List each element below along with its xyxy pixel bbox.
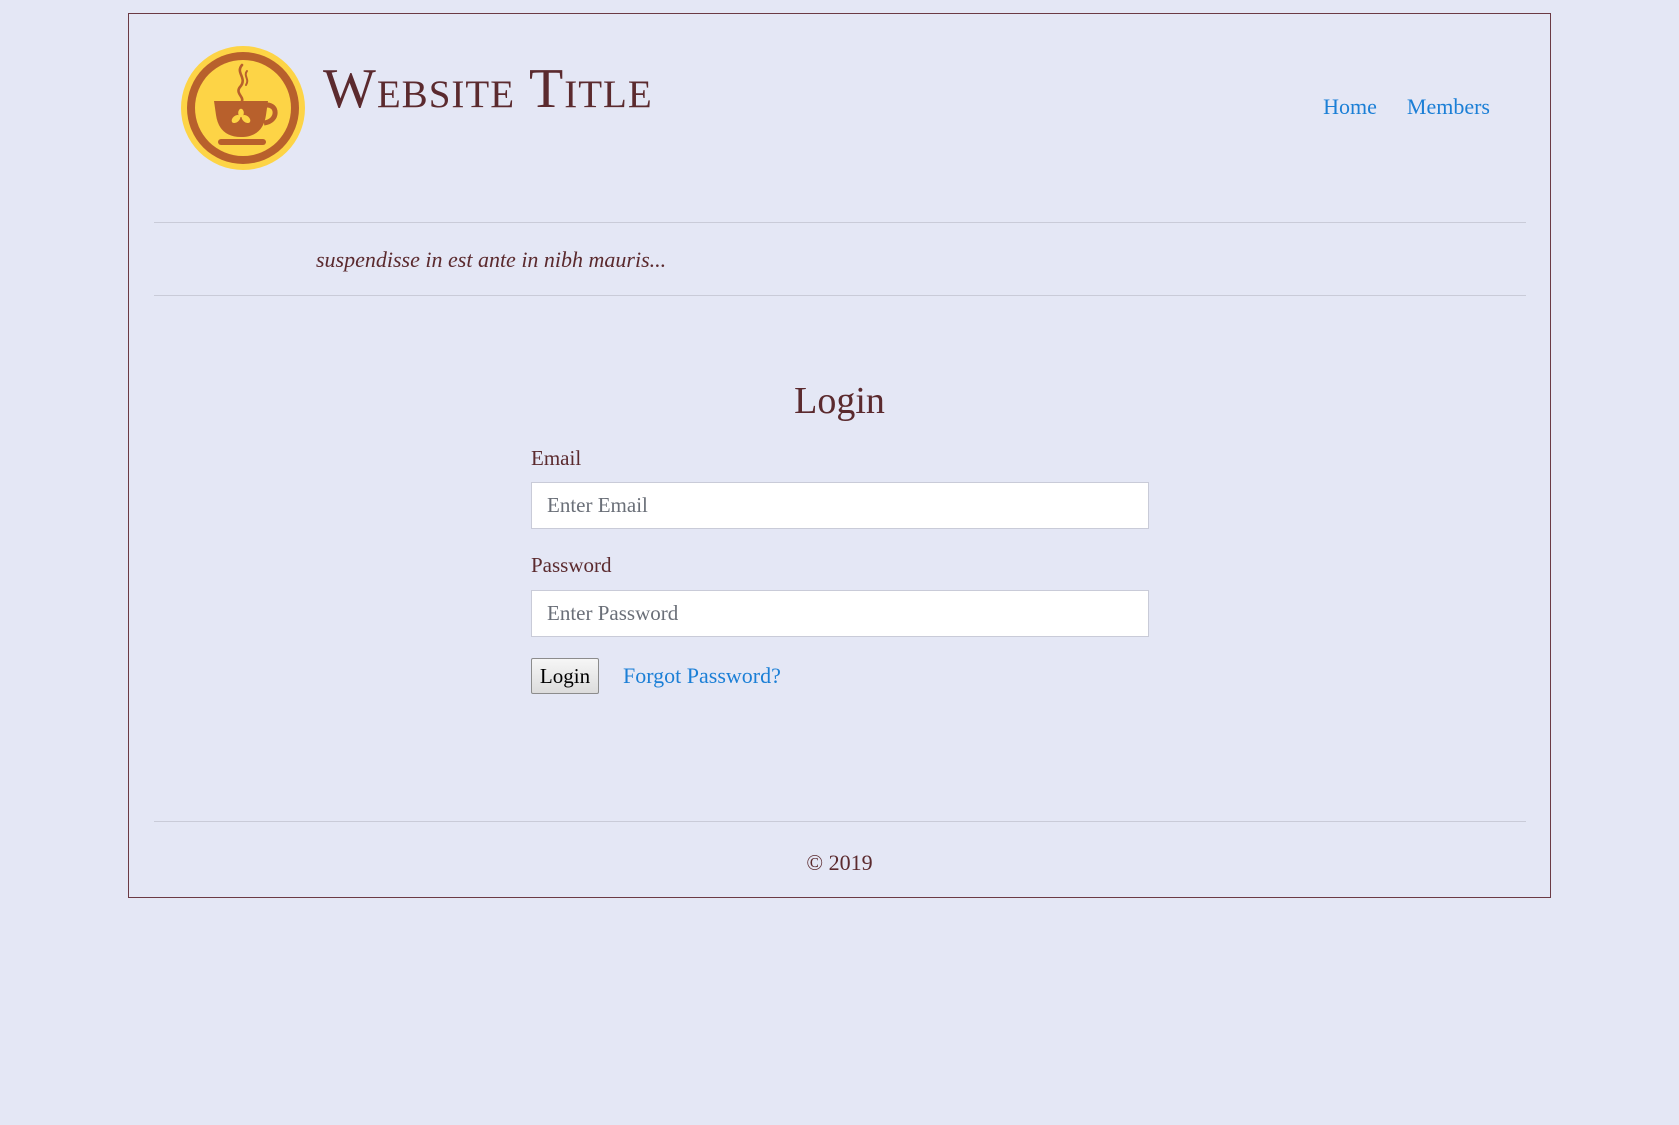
footer-divider: [154, 821, 1526, 822]
password-label: Password: [531, 553, 612, 577]
email-label: Email: [531, 446, 582, 470]
site-logo[interactable]: [180, 45, 306, 171]
tagline: suspendisse in est ante in nibh mauris..…: [316, 247, 667, 272]
page-frame: Website Title Home Members suspendisse i…: [128, 13, 1551, 898]
footer-copyright: © 2019: [806, 850, 873, 875]
main-nav: Home Members: [1323, 94, 1490, 120]
coffee-cup-icon: [181, 46, 305, 170]
tagline-divider: [154, 295, 1526, 296]
nav-link-members[interactable]: Members: [1407, 94, 1490, 120]
nav-link-home[interactable]: Home: [1323, 94, 1377, 120]
header-divider: [154, 222, 1526, 223]
login-heading: Login: [794, 380, 885, 422]
site-title: Website Title: [323, 58, 653, 120]
email-input[interactable]: [531, 482, 1149, 529]
login-button[interactable]: Login: [531, 658, 599, 694]
forgot-password-link[interactable]: Forgot Password?: [623, 663, 781, 689]
password-input[interactable]: [531, 590, 1149, 637]
